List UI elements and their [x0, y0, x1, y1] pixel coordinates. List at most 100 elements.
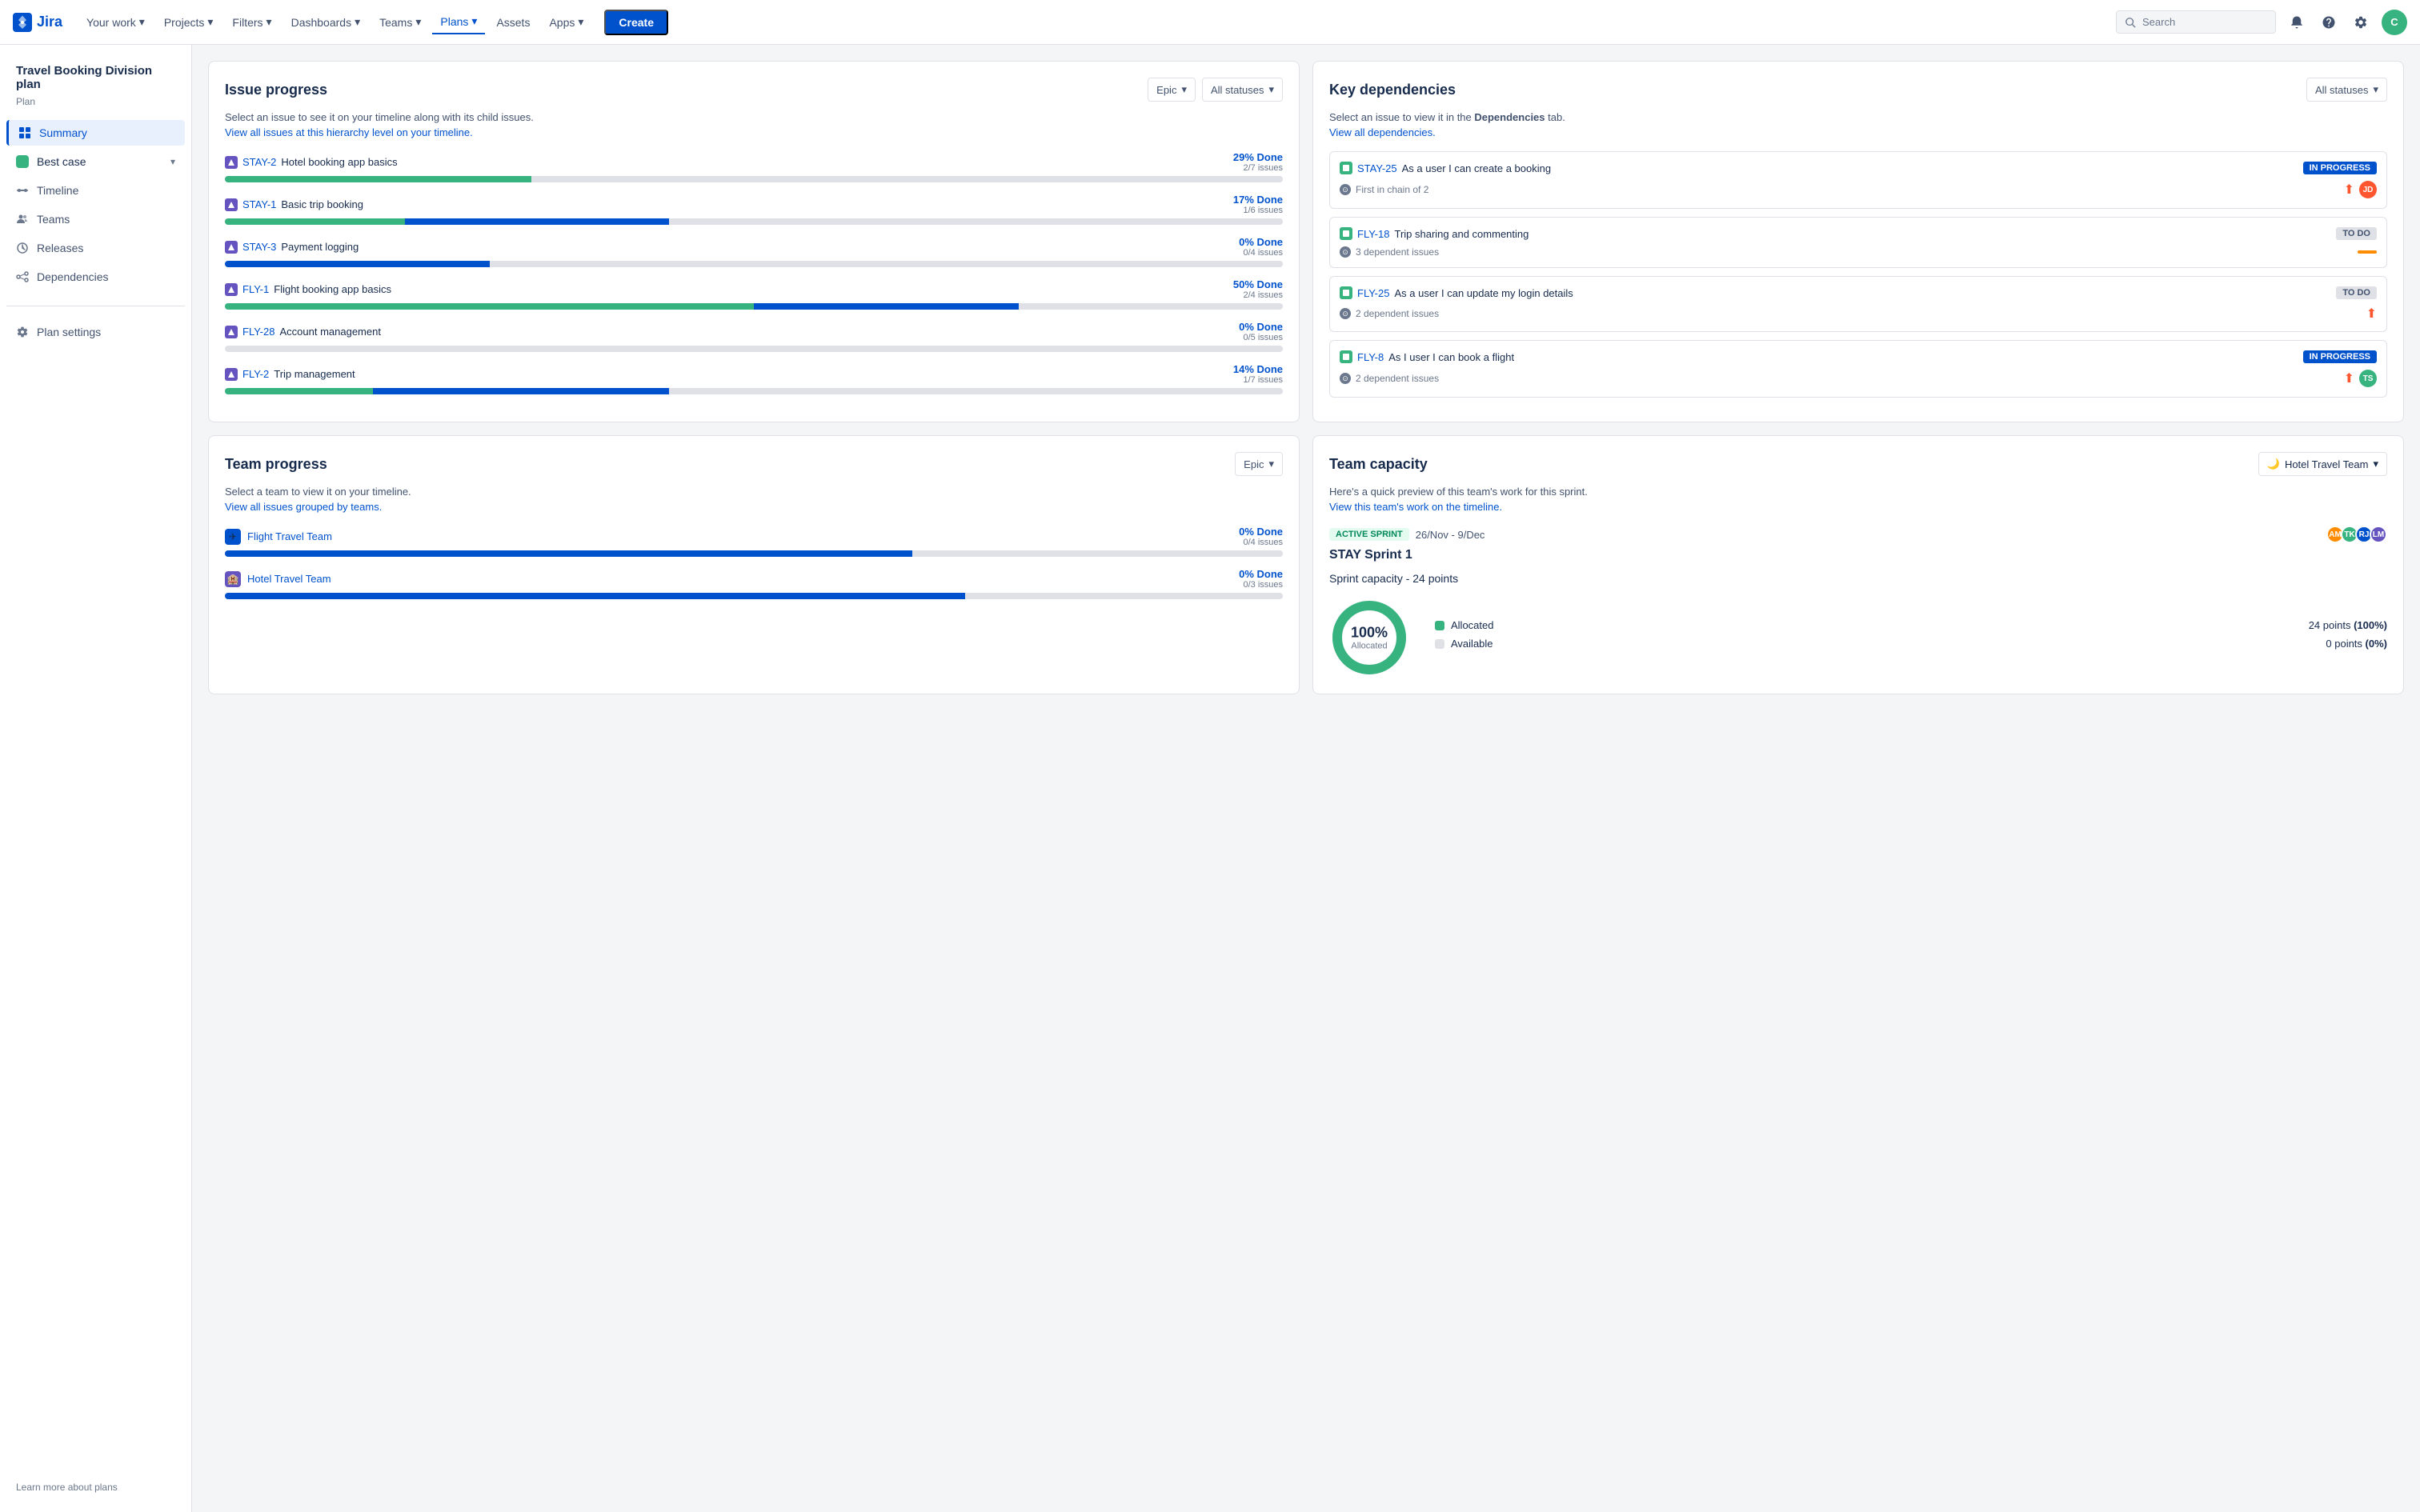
sidebar-item-releases[interactable]: Releases — [6, 235, 185, 261]
team-epic-filter[interactable]: Epic ▾ — [1235, 452, 1283, 476]
team-selector[interactable]: 🌙 Hotel Travel Team ▾ — [2258, 452, 2387, 476]
capacity-link[interactable]: View this team's work on the timeline. — [1329, 501, 2387, 513]
best-case-label: Best case — [37, 155, 86, 168]
epic-filter[interactable]: Epic ▾ — [1148, 78, 1196, 102]
issue-progress-header: Issue progress Epic ▾ All statuses ▾ — [225, 78, 1283, 102]
user-avatar[interactable]: C — [2382, 10, 2407, 35]
pb-gray — [669, 218, 1283, 225]
legend-available: Available 0 points (0%) — [1435, 638, 2387, 650]
deps-link[interactable]: View all dependencies. — [1329, 126, 2387, 138]
issue-row: FLY-1 Flight booking app basics 50% Done… — [225, 278, 1283, 310]
dep-icon — [1340, 227, 1352, 240]
dep-badge: TO DO — [2336, 286, 2377, 299]
pb-green — [225, 218, 405, 225]
team-row: 🏨 Hotel Travel Team 0% Done 0/3 issues — [225, 568, 1283, 599]
deps-status-filter[interactable]: All statuses ▾ — [2306, 78, 2387, 102]
dep-item: FLY-18 Trip sharing and commenting TO DO… — [1329, 217, 2387, 268]
main-content: Issue progress Epic ▾ All statuses ▾ Sel… — [192, 45, 2420, 1512]
dep-id[interactable]: FLY-18 — [1357, 228, 1389, 240]
issue-progress-filters: Epic ▾ All statuses ▾ — [1148, 78, 1283, 102]
issue-id[interactable]: STAY-3 — [242, 241, 276, 253]
team-count: 0/4 issues — [1239, 538, 1283, 547]
dep-id[interactable]: STAY-25 — [1357, 162, 1397, 174]
team-name[interactable]: Flight Travel Team — [247, 530, 332, 542]
dep-name: Trip sharing and commenting — [1394, 228, 1529, 240]
nav-filters[interactable]: Filters ▾ — [224, 10, 279, 34]
dep-sub: ⊙ 2 dependent issues ⬆ — [1340, 306, 2377, 322]
sidebar-item-best-case[interactable]: Best case ▾ — [6, 149, 185, 174]
sprint-name: STAY Sprint 1 — [1329, 548, 2387, 562]
capacity-legend: Allocated 24 points (100%) Available 0 p… — [1435, 619, 2387, 656]
help-icon[interactable] — [2318, 11, 2340, 34]
pb-gray — [531, 176, 1283, 182]
donut-chart: 100% Allocated — [1329, 598, 1409, 678]
avatar-group: AM TK RJ LM — [2326, 526, 2387, 543]
settings-icon[interactable] — [2350, 11, 2372, 34]
issue-count: 0/4 issues — [1239, 248, 1283, 258]
timeline-label: Timeline — [37, 184, 78, 197]
learn-more-link[interactable]: Learn more about plans — [16, 1482, 118, 1493]
nav-projects[interactable]: Projects ▾ — [156, 10, 222, 34]
grid-icon — [18, 126, 31, 139]
issue-id[interactable]: FLY-1 — [242, 283, 269, 295]
capacity-chart: 100% Allocated Allocated 24 points (100%… — [1329, 598, 2387, 678]
search-box[interactable]: Search — [2116, 10, 2276, 34]
sidebar-item-timeline[interactable]: Timeline — [6, 178, 185, 203]
dep-sub-text: 2 dependent issues — [1356, 308, 1439, 319]
deps-list: STAY-25 As a user I can create a booking… — [1329, 151, 2387, 398]
issue-id[interactable]: FLY-28 — [242, 326, 274, 338]
issue-id[interactable]: STAY-2 — [242, 156, 276, 168]
issue-id[interactable]: FLY-2 — [242, 368, 269, 380]
nav-dashboards[interactable]: Dashboards ▾ — [283, 10, 369, 34]
plan-title: Travel Booking Division plan — [6, 58, 185, 93]
nav-plans[interactable]: Plans ▾ — [432, 10, 485, 34]
donut-text: 100% Allocated — [1351, 625, 1388, 651]
issue-pct: 14% Done — [1233, 363, 1283, 375]
pb-green — [225, 303, 754, 310]
dep-id[interactable]: FLY-25 — [1357, 287, 1389, 299]
timeline-icon — [16, 184, 29, 197]
jira-logo[interactable]: Jira — [13, 13, 62, 32]
team-selector-arrow: ▾ — [2373, 458, 2378, 470]
issue-row: FLY-28 Account management 0% Done 0/5 is… — [225, 321, 1283, 352]
issue-name: Payment logging — [281, 241, 359, 253]
dep-sub-left: ⊙ 2 dependent issues — [1340, 373, 1439, 384]
dep-right-icons: ⬆ TS — [2344, 370, 2377, 387]
team-icon-selector: 🌙 — [2267, 458, 2280, 470]
capacity-header: Team capacity 🌙 Hotel Travel Team ▾ — [1329, 452, 2387, 476]
key-deps-header: Key dependencies All statuses ▾ — [1329, 78, 2387, 102]
nav-your-work[interactable]: Your work ▾ — [78, 10, 153, 34]
available-value: 0 points (0%) — [2326, 638, 2387, 650]
sidebar-item-teams[interactable]: Teams — [6, 206, 185, 232]
capacity-label: Sprint capacity - 24 points — [1329, 572, 2387, 585]
notifications-icon[interactable] — [2286, 11, 2308, 34]
dep-header: STAY-25 As a user I can create a booking… — [1340, 162, 2377, 174]
team-pct: 0% Done — [1239, 526, 1283, 538]
team-pb-blue — [225, 593, 965, 599]
orange-priority-bar — [2358, 250, 2377, 254]
status-filter[interactable]: All statuses ▾ — [1202, 78, 1283, 102]
nav-teams[interactable]: Teams ▾ — [371, 10, 429, 34]
allocated-value: 24 points (100%) — [2309, 619, 2387, 631]
search-placeholder: Search — [2142, 16, 2175, 28]
legend-allocated: Allocated 24 points (100%) — [1435, 619, 2387, 631]
progress-bar — [225, 261, 1283, 267]
sidebar-item-dependencies[interactable]: Dependencies — [6, 264, 185, 290]
create-button[interactable]: Create — [604, 10, 668, 35]
dep-sub-left: ⊙ 3 dependent issues — [1340, 246, 1439, 258]
deps-subtitle: Select an issue to view it in the Depend… — [1329, 111, 2387, 123]
issue-progress-link[interactable]: View all issues at this hierarchy level … — [225, 126, 1283, 138]
nav-assets[interactable]: Assets — [488, 11, 538, 34]
sidebar-item-summary[interactable]: Summary — [6, 120, 185, 146]
dep-sub-icon: ⊙ — [1340, 308, 1351, 319]
issue-id[interactable]: STAY-1 — [242, 198, 276, 210]
dep-id[interactable]: FLY-8 — [1357, 351, 1384, 363]
issue-count: 2/4 issues — [1233, 290, 1283, 300]
issue-count: 2/7 issues — [1233, 163, 1283, 173]
sidebar-item-plan-settings[interactable]: Plan settings — [6, 319, 185, 345]
team-progress-link[interactable]: View all issues grouped by teams. — [225, 501, 1283, 513]
team-name[interactable]: Hotel Travel Team — [247, 573, 331, 585]
nav-apps[interactable]: Apps ▾ — [541, 10, 591, 34]
issue-row: STAY-3 Payment logging 0% Done 0/4 issue… — [225, 236, 1283, 267]
issue-pct: 17% Done — [1233, 194, 1283, 206]
